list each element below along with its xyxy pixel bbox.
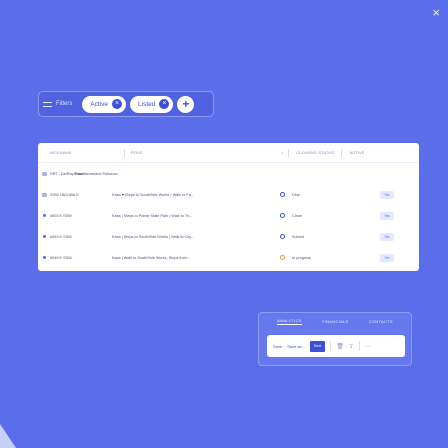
active-badge: Yes <box>380 232 394 241</box>
status-label: In progress <box>292 255 311 260</box>
more-icon[interactable]: ⋯ <box>365 343 371 350</box>
tab-financials[interactable]: FINANCIALS <box>322 319 349 324</box>
table-row[interactable]: DRT - DelRay Tower Kasa Alexandria Potom… <box>38 163 419 184</box>
remove-filter-icon[interactable]: × <box>112 99 123 109</box>
filter-chip-label: Listed <box>138 100 156 108</box>
status-dot-icon <box>280 234 285 239</box>
active-badge-wrap: Yes <box>380 253 394 262</box>
active-badge-wrap: Yes <box>380 232 394 241</box>
trash-icon[interactable]: 🗑 <box>336 343 344 350</box>
filter-chip-label: Active <box>90 100 109 108</box>
close-icon[interactable]: × <box>432 6 440 19</box>
row-marker-icon <box>38 235 50 238</box>
column-header-active[interactable]: ACTIVE <box>342 151 372 155</box>
action-toolbar: Save Save as... Next 🗑 ⇪ ⋯ <box>267 335 405 357</box>
remove-filter-icon[interactable]: × <box>159 99 170 109</box>
active-badge: Yes <box>380 253 394 262</box>
active-badge-wrap: Yes <box>380 190 394 199</box>
role-header-group: ROLE ↓ CLEANING STATUS ACTIVE <box>125 148 419 157</box>
column-header-role[interactable]: ROLE <box>125 151 142 155</box>
row-role: Kasa | Steps to SouthSide Works | Walk t… <box>112 234 195 239</box>
status-label: Clean <box>292 213 302 218</box>
row-role: Kasa Alexandria Potomac <box>74 171 118 176</box>
row-nickname: #553 K SSW <box>50 234 72 239</box>
row-role: Kasa | Walk to SouthSide Works. Steps fr… <box>112 255 191 260</box>
status-dot-icon <box>280 255 285 260</box>
row-cleaning-status: Submit <box>280 234 346 239</box>
menu-icon[interactable] <box>43 101 52 107</box>
sort-arrow-icon[interactable]: ↓ <box>264 150 284 156</box>
column-header-cleaning-status[interactable]: CLEANING STATUS <box>289 151 341 155</box>
filter-chip-listed[interactable]: Listed × <box>130 95 174 113</box>
row-nickname: #503 K SSW <box>50 213 72 218</box>
save-button[interactable]: Save <box>273 344 282 349</box>
status-dot-icon <box>280 192 285 197</box>
status-label: Dirty <box>292 192 300 197</box>
row-marker-icon <box>38 256 50 259</box>
row-cleaning-status: In progress <box>280 255 346 260</box>
next-button[interactable]: Next <box>309 340 326 352</box>
share-icon[interactable]: ⇪ <box>349 343 354 350</box>
table-row[interactable]: #503 K SSW Kasa | Steps to Pointe State … <box>38 205 419 226</box>
tab-contacts[interactable]: CONTACTS <box>369 319 393 324</box>
table-header: NICKNAME ROLE ↓ CLEANING STATUS ACTIVE <box>38 143 419 163</box>
column-header-nickname[interactable]: NICKNAME <box>38 151 124 155</box>
row-nickname: #549 K SSW <box>50 255 72 260</box>
table-row[interactable]: #549 K SSW Kasa | Walk to SouthSide Work… <box>38 247 419 268</box>
table-row[interactable]: #553 K SSW Kasa | Steps to SouthSide Wor… <box>38 226 419 247</box>
save-as-button[interactable]: Save as... <box>287 344 305 349</box>
row-cleaning-status: Dirty <box>280 192 346 197</box>
row-marker-icon <box>38 214 50 217</box>
filter-chip-active[interactable]: Active × <box>82 95 127 113</box>
row-marker-icon <box>38 171 50 176</box>
active-badge: Yes <box>380 190 394 199</box>
toolbar-divider <box>358 341 360 351</box>
row-nickname: SSW 1BD/1BA K <box>50 192 79 197</box>
table-row[interactable]: SSW 1BD/1BA K Kasa ♥ Steps to SouthSide … <box>38 184 419 205</box>
row-role: Kasa ♥ Steps to SouthSide Works • Walk t… <box>112 192 195 197</box>
listings-table: NICKNAME ROLE ↓ CLEANING STATUS ACTIVE D… <box>38 143 419 271</box>
row-cleaning-status: Clean <box>280 213 346 218</box>
filters-label: Filters <box>56 101 73 107</box>
corner-decoration <box>0 424 16 448</box>
status-dot-icon <box>280 213 285 218</box>
record-panel: ANALYTICS FINANCIALS CONTACTS Save Save … <box>258 312 412 366</box>
filter-bar: Filters Active × Listed × + <box>38 91 214 117</box>
tab-analytics[interactable]: ANALYTICS <box>277 318 302 325</box>
active-badge-wrap: Yes <box>380 211 394 220</box>
add-filter-button[interactable]: + <box>177 95 195 113</box>
tab-bar: ANALYTICS FINANCIALS CONTACTS <box>259 313 411 329</box>
status-label: Submit <box>292 234 304 239</box>
active-badge: Yes <box>380 211 394 220</box>
row-marker-icon <box>38 192 50 197</box>
toolbar-divider <box>330 341 332 351</box>
row-role: Kasa | Steps to Pointe State Park | Walk… <box>112 213 193 218</box>
